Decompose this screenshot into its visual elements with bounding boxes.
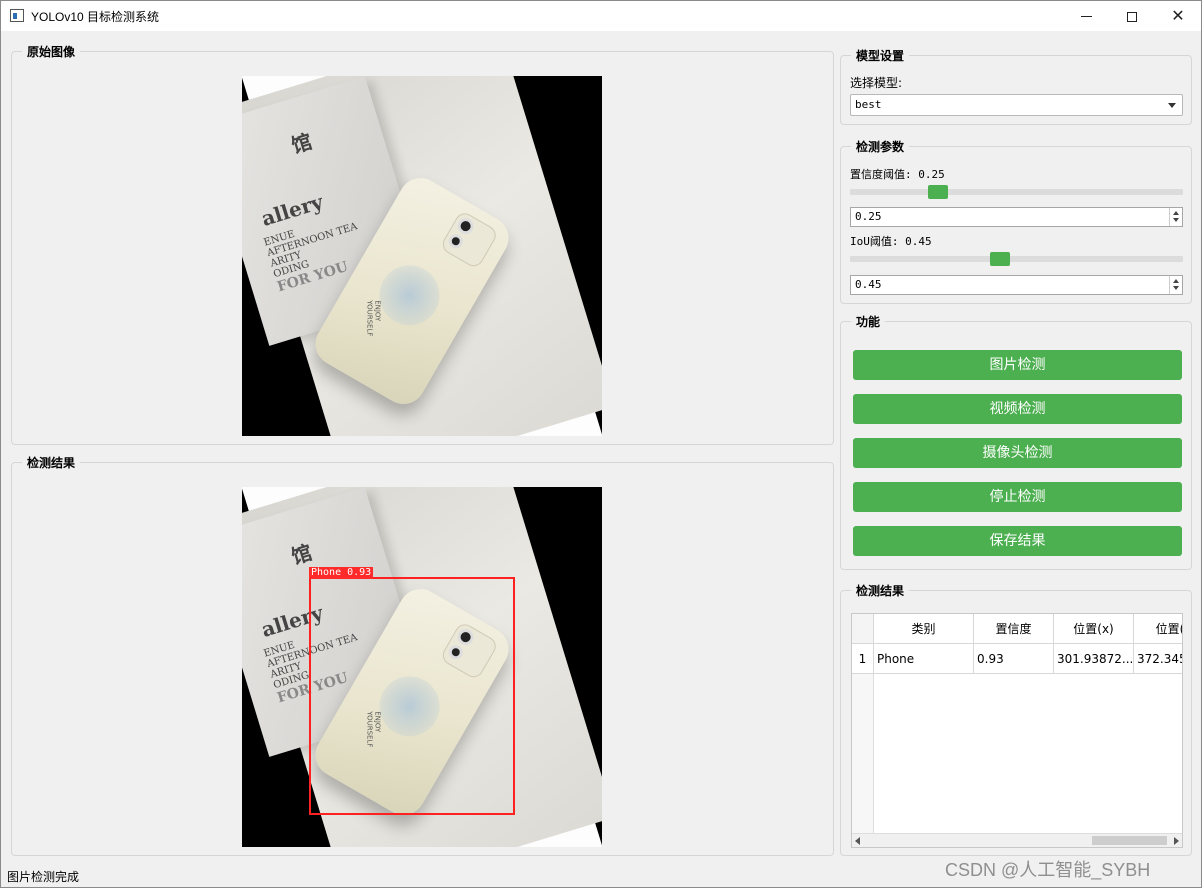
scroll-left-icon[interactable] [855, 837, 860, 845]
results-table[interactable]: 类别 置信度 位置(x) 位置(y 1 Phone 0.93 301.93872… [851, 613, 1183, 848]
column-header-y[interactable]: 位置(y [1134, 614, 1182, 644]
camera-detect-button[interactable]: 摄像头检测 [853, 438, 1182, 468]
functions-title: 功能 [851, 313, 886, 330]
detection-params-group: 检测参数 置信度阈值: 0.25 0.25 IoU阈值: 0.45 0.45 [840, 138, 1192, 304]
scrollbar-thumb[interactable] [1092, 836, 1167, 845]
model-select-value: best [855, 98, 882, 111]
close-icon: ✕ [1171, 6, 1185, 25]
image-detect-button[interactable]: 图片检测 [853, 350, 1182, 380]
column-header-class[interactable]: 类别 [874, 614, 974, 644]
model-select[interactable]: best [850, 94, 1183, 116]
result-image: 馆 allery ENUE AFTERNOON TEA ARITY ODING FOR … [242, 487, 602, 847]
confidence-slider[interactable] [850, 189, 1183, 195]
table-cell-y[interactable]: 372.3455 [1134, 644, 1182, 674]
iou-spinbox[interactable]: 0.45 [850, 275, 1183, 295]
maximize-icon [1127, 11, 1137, 22]
confidence-spinbox[interactable]: 0.25 [850, 207, 1183, 227]
column-header-confidence[interactable]: 置信度 [974, 614, 1054, 644]
results-table-group: 检测结果 类别 置信度 位置(x) 位置(y 1 Phone 0.93 301.… [840, 582, 1192, 856]
iou-label: IoU阈值: 0.45 [850, 235, 932, 248]
model-settings-group: 模型设置 选择模型: best [840, 47, 1192, 125]
save-results-button[interactable]: 保存结果 [853, 526, 1182, 556]
row-index[interactable]: 1 [852, 644, 874, 674]
scroll-right-icon[interactable] [1174, 837, 1179, 845]
spin-up-icon[interactable] [1170, 208, 1182, 217]
detection-label: Phone 0.93 [309, 567, 374, 579]
table-corner[interactable] [852, 614, 874, 644]
iou-slider[interactable] [850, 256, 1183, 262]
horizontal-scrollbar[interactable] [852, 833, 1182, 847]
title-bar: YOLOv10 目标检测系统 ✕ [1, 1, 1201, 31]
iou-value: 0.45 [855, 278, 882, 291]
detection-params-title: 检测参数 [851, 138, 910, 155]
iou-slider-handle[interactable] [990, 252, 1010, 266]
detection-box [309, 577, 515, 815]
maximize-button[interactable] [1109, 1, 1155, 31]
minimize-icon [1080, 16, 1092, 17]
app-icon [10, 9, 24, 22]
minimize-button[interactable] [1063, 1, 1109, 31]
table-cell-class[interactable]: Phone [874, 644, 974, 674]
app-window: YOLOv10 目标检测系统 ✕ 原始图像 馆 allery ENUE AFTER… [0, 0, 1202, 888]
model-settings-title: 模型设置 [851, 47, 910, 64]
confidence-label: 置信度阈值: 0.25 [850, 168, 945, 181]
result-image-group: 检测结果 馆 allery ENUE AFTERNOON TEA ARITY ODIN… [11, 454, 834, 856]
original-image-group: 原始图像 馆 allery ENUE AFTERNOON TEA ARITY ODIN… [11, 43, 834, 445]
column-header-x[interactable]: 位置(x) [1054, 614, 1134, 644]
original-image: 馆 allery ENUE AFTERNOON TEA ARITY ODING FOR … [242, 76, 602, 436]
results-table-title: 检测结果 [851, 582, 910, 599]
spin-down-icon[interactable] [1170, 217, 1182, 226]
video-detect-button[interactable]: 视频检测 [853, 394, 1182, 424]
spin-down-icon[interactable] [1170, 285, 1182, 294]
table-cell-x[interactable]: 301.93872... [1054, 644, 1134, 674]
functions-group: 功能 图片检测 视频检测 摄像头检测 停止检测 保存结果 [840, 313, 1192, 570]
spin-up-icon[interactable] [1170, 276, 1182, 285]
confidence-value: 0.25 [855, 210, 882, 223]
result-image-title: 检测结果 [22, 454, 81, 471]
confidence-slider-handle[interactable] [928, 185, 948, 199]
original-image-title: 原始图像 [22, 43, 81, 60]
close-button[interactable]: ✕ [1155, 1, 1201, 31]
watermark: CSDN @人工智能_SYBH [945, 860, 1151, 880]
stop-detect-button[interactable]: 停止检测 [853, 482, 1182, 512]
chevron-down-icon [1168, 103, 1176, 108]
window-title: YOLOv10 目标检测系统 [31, 10, 160, 24]
model-select-label: 选择模型: [850, 76, 903, 90]
table-cell-confidence[interactable]: 0.93 [974, 644, 1054, 674]
